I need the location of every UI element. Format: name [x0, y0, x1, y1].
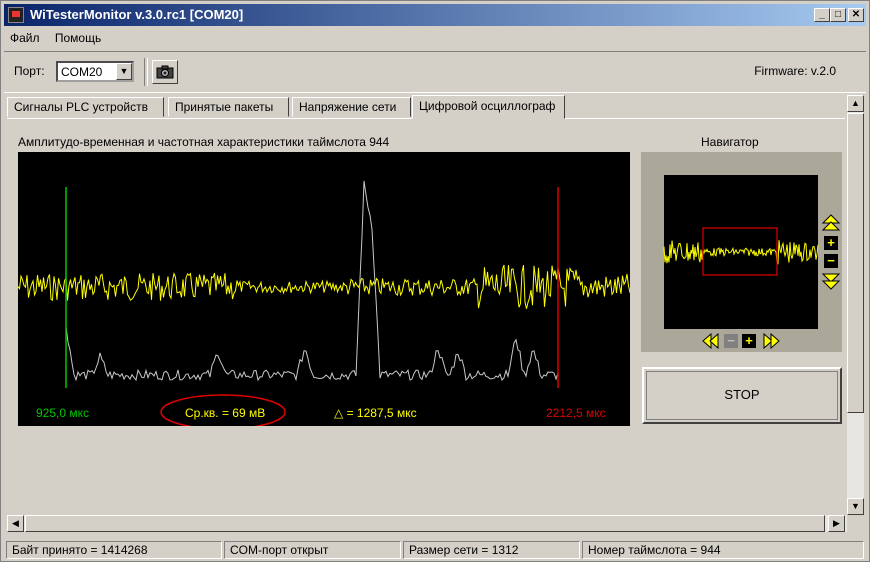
right-cursor-label: 2212,5 мкс [546, 406, 606, 420]
delta-readout: △ = 1287,5 мкс [334, 406, 417, 420]
navigator-panel: + − − + [641, 152, 842, 352]
vertical-scroll-thumb[interactable] [847, 113, 864, 413]
zoom-out-button[interactable]: − [824, 253, 838, 268]
double-up-arrow-icon[interactable] [821, 214, 841, 231]
port-select[interactable]: COM20 ▼ [56, 61, 134, 82]
title-bar: WiTesterMonitor v.3.0.rc1 [COM20] _ □ ✕ [4, 4, 866, 26]
menu-help[interactable]: Помощь [49, 29, 107, 47]
status-bar: Байт принято = 1414268 COM-порт открыт Р… [4, 539, 866, 559]
vertical-scrollbar[interactable]: ▲ ▼ [847, 95, 864, 515]
horizontal-scrollbar[interactable]: ◀ ▶ [7, 515, 847, 532]
svg-text:+: + [827, 235, 835, 250]
maximize-button[interactable]: □ [830, 8, 846, 22]
window-title: WiTesterMonitor v.3.0.rc1 [COM20] [30, 7, 244, 22]
navigator-title: Навигатор [701, 135, 759, 149]
zoom-in-button[interactable]: + [824, 235, 838, 250]
snapshot-button[interactable] [152, 60, 178, 84]
status-bytes-received: Байт принято = 1414268 [6, 541, 222, 559]
status-network-size: Размер сети = 1312 [403, 541, 580, 559]
scroll-up-icon[interactable]: ▲ [847, 95, 864, 112]
double-down-arrow-icon[interactable] [821, 273, 841, 290]
svg-text:+: + [745, 333, 753, 348]
horizontal-zoom-out-button[interactable]: − [724, 333, 738, 348]
horizontal-scroll-thumb[interactable] [25, 515, 825, 532]
menu-bar: Файл Помощь [4, 29, 866, 49]
scope-title: Амплитудо-временная и частотная характер… [18, 135, 390, 149]
double-left-arrow-icon[interactable] [702, 332, 719, 350]
toolbar: Порт: COM20 ▼ Firmware: v.2.0 [4, 51, 866, 93]
status-timeslot-number: Номер таймслота = 944 [582, 541, 864, 559]
svg-text:−: − [827, 253, 835, 268]
svg-text:−: − [727, 333, 735, 348]
scroll-down-icon[interactable]: ▼ [847, 498, 864, 515]
firmware-version: Firmware: v.2.0 [754, 64, 836, 78]
camera-icon [156, 65, 174, 79]
app-window: WiTesterMonitor v.3.0.rc1 [COM20] _ □ ✕ … [0, 0, 870, 562]
tab-digital-oscilloscope[interactable]: Цифровой осциллограф [412, 95, 565, 119]
menu-file[interactable]: Файл [4, 29, 46, 47]
double-right-arrow-icon[interactable] [763, 332, 780, 350]
tab-plc-signals[interactable]: Сигналы PLC устройств [7, 97, 164, 117]
tab-mains-voltage[interactable]: Напряжение сети [292, 97, 411, 117]
status-com-port: COM-порт открыт [224, 541, 401, 559]
close-button[interactable]: ✕ [848, 8, 864, 22]
signal-waveform [18, 264, 630, 309]
navigator-svg: + − − + [663, 175, 841, 350]
oscilloscope-plot[interactable]: 925,0 мкс Ср.кв. = 69 мВ △ = 1287,5 мкс … [18, 152, 630, 426]
spectrum-trace [65, 180, 559, 382]
horizontal-zoom-in-button[interactable]: + [742, 333, 756, 348]
left-cursor-label: 925,0 мкс [36, 406, 89, 420]
port-label: Порт: [14, 64, 45, 78]
chevron-down-icon[interactable]: ▼ [116, 63, 132, 80]
minimize-button[interactable]: _ [814, 8, 830, 22]
port-value: COM20 [61, 65, 103, 79]
tab-received-packets[interactable]: Принятые пакеты [168, 97, 289, 117]
oscilloscope-svg: 925,0 мкс Ср.кв. = 69 мВ △ = 1287,5 мкс … [18, 180, 630, 426]
rms-readout: Ср.кв. = 69 мВ [185, 406, 265, 420]
stop-button[interactable]: STOP [642, 367, 842, 424]
scroll-left-icon[interactable]: ◀ [7, 515, 24, 532]
toolbar-separator [144, 58, 148, 86]
scroll-right-icon[interactable]: ▶ [828, 515, 845, 532]
app-icon [8, 7, 24, 23]
